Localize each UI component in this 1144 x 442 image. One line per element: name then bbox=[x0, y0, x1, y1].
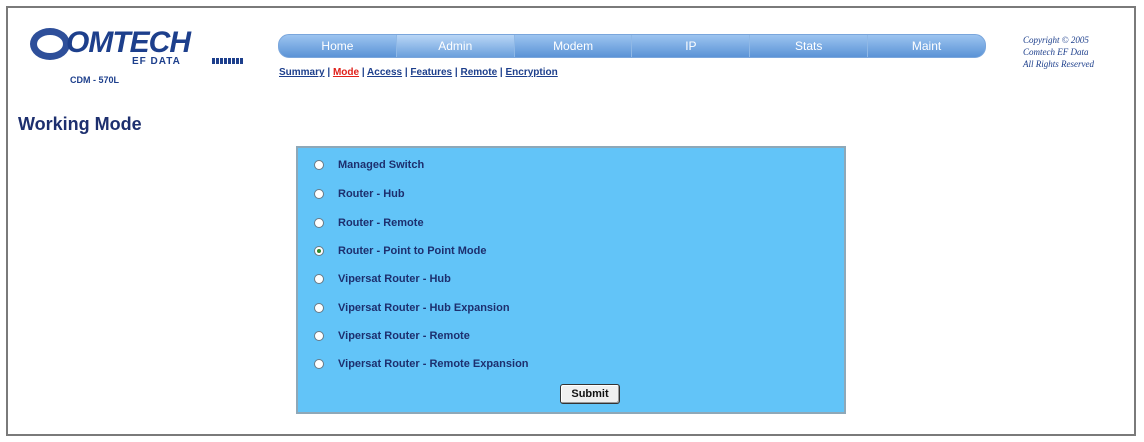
sub-nav: Summary | Mode | Access | Features | Rem… bbox=[279, 67, 558, 78]
subnav-separator: | bbox=[497, 67, 506, 78]
radio-button[interactable] bbox=[314, 274, 324, 284]
page-frame: OMTECH EF DATA CDM - 570L Home Admin Mod… bbox=[6, 6, 1136, 436]
radio-button[interactable] bbox=[314, 218, 324, 228]
logo-bars-icon bbox=[212, 58, 244, 64]
tab-admin[interactable]: Admin bbox=[396, 35, 515, 57]
mode-option-label: Vipersat Router - Hub bbox=[338, 273, 451, 285]
copyright-line: Copyright © 2005 bbox=[1023, 35, 1089, 45]
copyright-notice: Copyright © 2005 Comtech EF Data All Rig… bbox=[1023, 34, 1133, 70]
logo-subtitle: EF DATA bbox=[132, 56, 181, 67]
subnav-separator: | bbox=[359, 67, 368, 78]
copyright-line: All Rights Reserved bbox=[1023, 59, 1094, 69]
model-label: CDM - 570L bbox=[70, 75, 120, 85]
tab-ip[interactable]: IP bbox=[632, 35, 751, 57]
working-mode-panel: Managed Switch Router - Hub Router - Rem… bbox=[296, 146, 846, 414]
mode-option-label: Router - Point to Point Mode bbox=[338, 245, 487, 257]
logo-wordmark: OMTECH bbox=[66, 26, 191, 59]
comtech-logo: OMTECH EF DATA bbox=[26, 22, 246, 74]
radio-button[interactable] bbox=[314, 331, 324, 341]
logo-ring-icon bbox=[30, 28, 70, 60]
mode-option-label: Vipersat Router - Hub Expansion bbox=[338, 302, 510, 314]
mode-option-router-remote[interactable]: Router - Remote bbox=[314, 214, 424, 232]
tab-home[interactable]: Home bbox=[279, 35, 397, 57]
radio-button[interactable] bbox=[314, 160, 324, 170]
mode-option-label: Vipersat Router - Remote bbox=[338, 330, 470, 342]
mode-option-vipersat-remote[interactable]: Vipersat Router - Remote bbox=[314, 327, 470, 345]
mode-option-router-hub[interactable]: Router - Hub bbox=[314, 185, 405, 203]
submit-button[interactable]: Submit bbox=[560, 384, 620, 404]
mode-option-label: Managed Switch bbox=[338, 159, 425, 171]
mode-option-managed-switch[interactable]: Managed Switch bbox=[314, 156, 424, 174]
subnav-remote[interactable]: Remote bbox=[460, 67, 497, 78]
tab-modem[interactable]: Modem bbox=[515, 35, 633, 57]
copyright-line: Comtech EF Data bbox=[1023, 47, 1089, 57]
radio-button[interactable] bbox=[314, 359, 324, 369]
radio-button[interactable] bbox=[314, 189, 324, 199]
tab-maint[interactable]: Maint bbox=[868, 35, 985, 57]
mode-option-label: Vipersat Router - Remote Expansion bbox=[338, 358, 529, 370]
main-nav: Home Admin Modem IP Stats Maint bbox=[278, 34, 986, 58]
mode-option-vipersat-remote-expansion[interactable]: Vipersat Router - Remote Expansion bbox=[314, 355, 529, 373]
radio-button-selected[interactable] bbox=[314, 246, 324, 256]
mode-option-label: Router - Hub bbox=[338, 188, 405, 200]
subnav-summary[interactable]: Summary bbox=[279, 67, 325, 78]
mode-option-label: Router - Remote bbox=[338, 217, 424, 229]
mode-option-vipersat-hub[interactable]: Vipersat Router - Hub bbox=[314, 270, 451, 288]
subnav-separator: | bbox=[324, 67, 333, 78]
radio-button[interactable] bbox=[314, 303, 324, 313]
mode-option-vipersat-hub-expansion[interactable]: Vipersat Router - Hub Expansion bbox=[314, 299, 510, 317]
subnav-encryption[interactable]: Encryption bbox=[506, 67, 558, 78]
mode-option-router-p2p[interactable]: Router - Point to Point Mode bbox=[314, 242, 486, 260]
subnav-features[interactable]: Features bbox=[410, 67, 452, 78]
subnav-mode[interactable]: Mode bbox=[333, 67, 359, 78]
page-title: Working Mode bbox=[18, 114, 142, 134]
tab-stats[interactable]: Stats bbox=[750, 35, 869, 57]
subnav-access[interactable]: Access bbox=[367, 67, 402, 78]
